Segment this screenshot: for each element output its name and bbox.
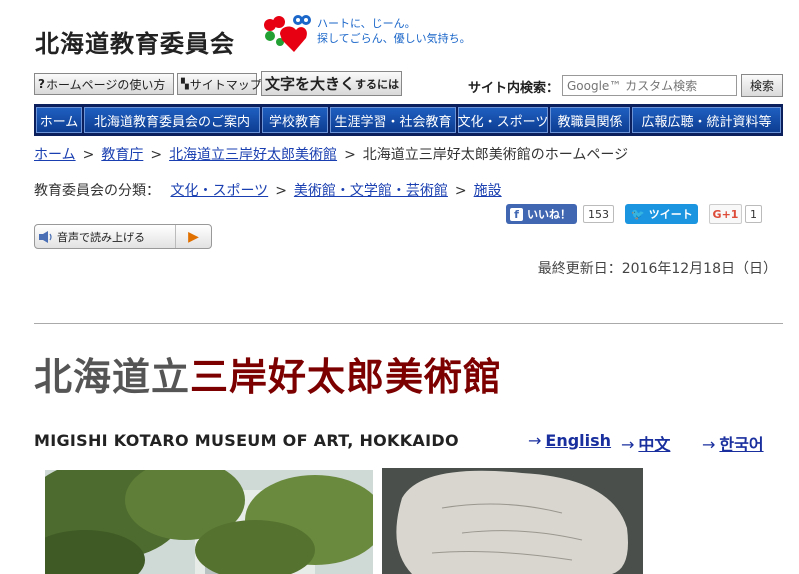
breadcrumb-current: 北海道立三岸好太郎美術館のホームページ <box>362 147 629 163</box>
museum-building-photo[interactable] <box>45 470 373 574</box>
category-separator: > <box>454 183 467 199</box>
search-label: サイト内検索： <box>468 81 560 96</box>
breadcrumb: ホーム > 教育庁 > 北海道立三岸好太郎美術館 > 北海道立三岸好太郎美術館のホームページ <box>34 144 628 164</box>
twitter-bird-icon: 🐦 <box>631 207 645 221</box>
museum-title-prefix: 北海道立 <box>34 355 191 399</box>
category-separator: > <box>275 183 287 199</box>
sitemap-button[interactable]: ▚ サイトマップ <box>177 73 262 95</box>
google-plus-button[interactable]: G+1 <box>709 204 742 224</box>
breadcrumb-separator: > <box>344 147 356 163</box>
tagline-line2: 探してごらん、優しい気持ち。 <box>317 32 471 45</box>
tagline: ハートに、じーん。 探してごらん、優しい気持ち。 <box>317 16 471 46</box>
nav-school-education[interactable]: 学校教育 <box>262 107 328 133</box>
nav-culture-sports[interactable]: 文化・スポーツ <box>458 107 548 133</box>
category-culture[interactable]: 文化・スポーツ <box>170 183 268 199</box>
category-facilities[interactable]: 施設 <box>474 183 502 199</box>
lang-english-label: English <box>545 431 612 450</box>
fontsize-label: 文字を大きく <box>265 75 356 93</box>
arrow-right-icon: → <box>528 431 542 450</box>
lang-chinese-label: 中文 <box>638 435 671 454</box>
museum-title-main: 三岸好太郎美術館 <box>190 355 503 399</box>
artwork-photo-image <box>382 468 643 574</box>
lang-link-korean[interactable]: → 한국어 <box>702 431 764 455</box>
facebook-icon: f <box>510 207 523 221</box>
site-title[interactable]: 北海道教育委員会 <box>35 24 235 59</box>
nav-pr-statistics[interactable]: 広報広聴・統計資料等 <box>632 107 781 133</box>
speaker-icon <box>35 230 57 243</box>
nav-lifelong-learning[interactable]: 生涯学習・社会教育 <box>330 107 456 133</box>
museum-title: 北海道立三岸好太郎美術館 <box>34 346 502 401</box>
nav-staff[interactable]: 教職員関係 <box>550 107 630 133</box>
category-path: 教育委員会の分類： 文化・スポーツ > 美術館・文学館・芸術館 > 施設 <box>34 180 502 200</box>
artwork-photo[interactable] <box>382 468 643 574</box>
last-updated: 最終更新日：2016年12月18日（日） <box>537 261 777 277</box>
arrow-right-icon: → <box>621 435 635 454</box>
category-label: 教育委員会の分類： <box>34 183 160 199</box>
google-plus-count: 1 <box>745 205 762 223</box>
facebook-like-count: 153 <box>583 205 614 223</box>
search-input[interactable] <box>562 75 737 96</box>
play-icon[interactable]: ▶ <box>175 225 211 248</box>
howto-label: ホームページの使い方 <box>45 77 166 92</box>
sitemap-icon: ▚ <box>181 78 189 90</box>
nav-about[interactable]: 北海道教育委員会のご案内 <box>84 107 260 133</box>
facebook-like-label: いいね！ <box>527 208 571 221</box>
breadcrumb-home[interactable]: ホーム <box>34 147 76 163</box>
facebook-like-button[interactable]: f いいね！ <box>506 204 577 224</box>
fontsize-label-small: するには <box>355 77 400 91</box>
global-nav: ホーム 北海道教育委員会のご案内 学校教育 生涯学習・社会教育 文化・スポーツ … <box>34 104 783 136</box>
howto-button[interactable]: ? ホームページの使い方 <box>34 73 174 95</box>
lang-link-chinese[interactable]: → 中文 <box>621 431 670 455</box>
read-aloud-label: 音声で読み上げる <box>57 230 145 244</box>
tweet-label: ツイート <box>648 208 693 221</box>
heart-logo-icon <box>264 15 311 52</box>
museum-english-title: MIGISHI KOTARO MUSEUM OF ART, HOKKAIDO <box>34 431 459 450</box>
breadcrumb-museum[interactable]: 北海道立三岸好太郎美術館 <box>169 147 337 163</box>
tweet-button[interactable]: 🐦 ツイート <box>625 204 698 224</box>
category-museums[interactable]: 美術館・文学館・芸術館 <box>294 183 448 199</box>
nav-home[interactable]: ホーム <box>36 107 82 133</box>
tagline-line1: ハートに、じーん。 <box>317 17 416 30</box>
lang-link-english[interactable]: → English <box>528 431 611 450</box>
read-aloud-button[interactable]: 音声で読み上げる ▶ <box>34 224 212 249</box>
question-icon: ? <box>38 77 45 91</box>
breadcrumb-separator: > <box>150 147 163 163</box>
breadcrumb-separator: > <box>82 147 95 163</box>
divider <box>34 323 783 324</box>
sitemap-label: サイトマップ <box>189 77 262 92</box>
breadcrumb-agency[interactable]: 教育庁 <box>101 147 143 163</box>
fontsize-button[interactable]: 文字を大きく するには <box>261 71 402 96</box>
building-photo-image <box>45 470 373 574</box>
search-button[interactable]: 検索 <box>741 74 783 97</box>
lang-korean-label: 한국어 <box>719 435 764 454</box>
arrow-right-icon: → <box>702 435 716 454</box>
